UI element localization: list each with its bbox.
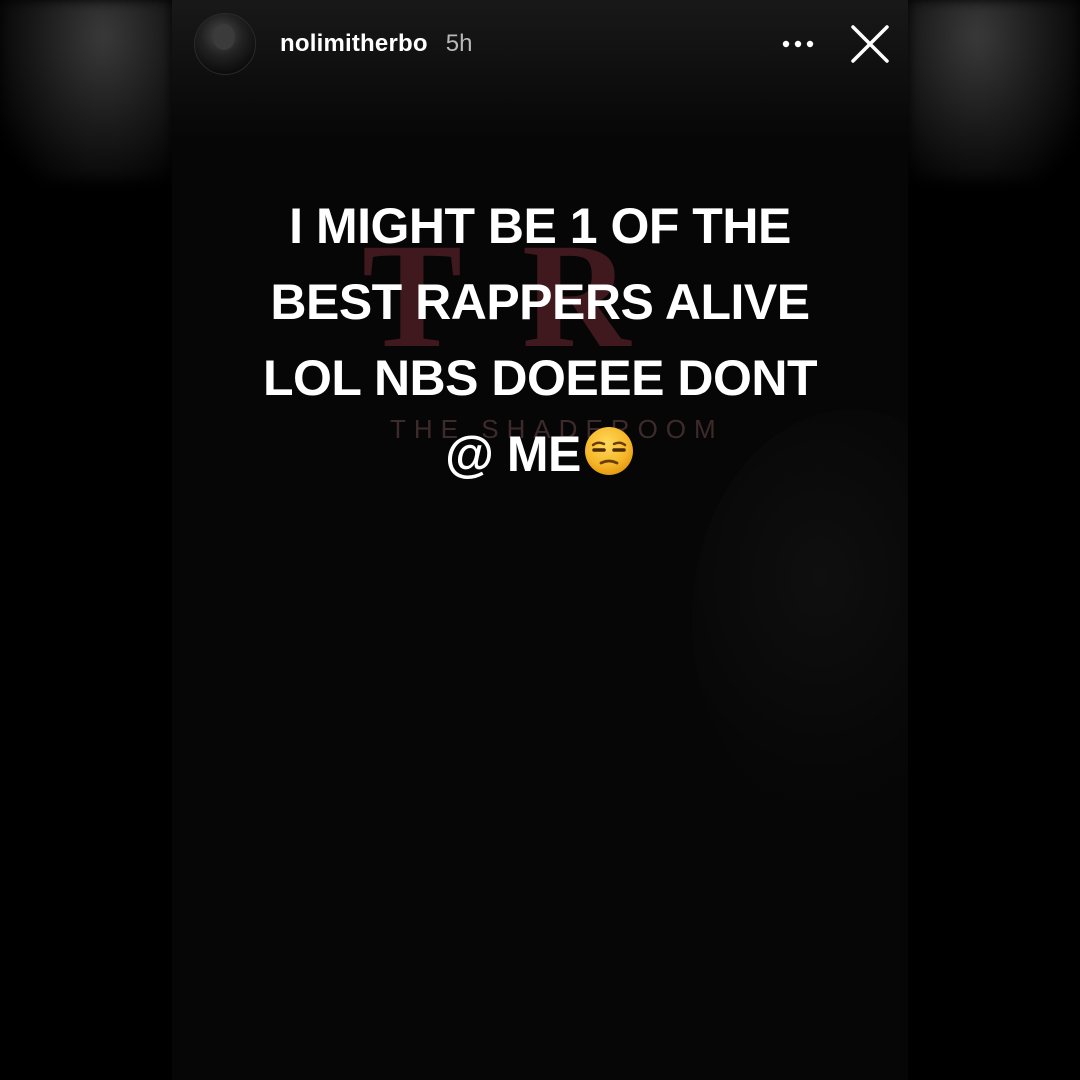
story-header: nolimitherbo 5h (194, 12, 892, 76)
caption-line-4-text: @ ME (445, 426, 581, 482)
story-card[interactable]: TR THE SHADEROOM nolimitherbo 5h I MIGHT… (172, 0, 908, 1080)
more-horizontal-icon[interactable] (778, 24, 818, 64)
caption-line-2: BEST RAPPERS ALIVE (270, 274, 810, 330)
caption-line-1: I MIGHT BE 1 OF THE (289, 198, 791, 254)
unamused-face-icon (583, 422, 635, 498)
username[interactable]: nolimitherbo (280, 30, 428, 58)
timestamp: 5h (445, 30, 473, 57)
story-viewer: TR THE SHADEROOM nolimitherbo 5h I MIGHT… (0, 0, 1080, 1080)
left-blurred-backdrop (0, 0, 172, 180)
right-blurred-backdrop (908, 0, 1080, 180)
caption-line-4: @ ME (172, 416, 908, 498)
close-icon[interactable] (848, 22, 892, 66)
avatar[interactable] (194, 13, 256, 75)
story-caption: I MIGHT BE 1 OF THE BEST RAPPERS ALIVE L… (172, 188, 908, 498)
caption-line-3: LOL NBS DOEEE DONT (262, 350, 818, 406)
